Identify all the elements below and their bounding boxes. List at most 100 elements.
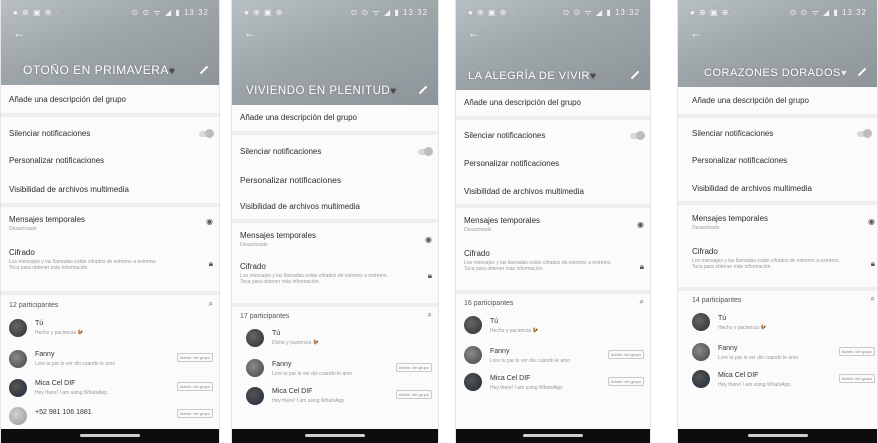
participant-avatar[interactable]: [246, 359, 264, 377]
participant-avatar[interactable]: [9, 350, 27, 368]
status-icons-right: ⊙ ⊙ ᯤ ◢ ▮ 13:32: [562, 7, 640, 17]
participant-avatar[interactable]: [464, 316, 482, 334]
participant-name[interactable]: Fanny: [35, 351, 54, 358]
participant-avatar[interactable]: [246, 329, 264, 347]
mute-toggle[interactable]: [199, 129, 214, 138]
encryption-row[interactable]: Cifrado Los mensajes y las llamadas está…: [692, 247, 867, 270]
custom-notifications-row[interactable]: Personalizar notificaciones: [464, 159, 640, 168]
temp-messages-status: Desactivado: [9, 226, 37, 232]
media-visibility-row[interactable]: Visibilidad de archivos multimedia: [692, 184, 867, 193]
edit-pencil-icon[interactable]: [857, 67, 867, 77]
participant-avatar[interactable]: [692, 313, 710, 331]
participant-name[interactable]: Fanny: [272, 361, 291, 368]
participant-status: Hey there! I am using WhatsApp.: [490, 385, 564, 391]
mute-toggle[interactable]: [857, 129, 872, 138]
custom-notifications-row[interactable]: Personalizar notificaciones: [240, 175, 428, 185]
participant-avatar[interactable]: [9, 319, 27, 337]
temp-messages-row[interactable]: Mensajes temporales Desactivado: [464, 216, 640, 233]
media-visibility-row[interactable]: Visibilidad de archivos multimedia: [464, 187, 640, 196]
participant-avatar[interactable]: [692, 343, 710, 361]
custom-notifications-row[interactable]: Personalizar notificaciones: [692, 156, 867, 165]
participant-avatar[interactable]: [692, 370, 710, 388]
edit-pencil-icon[interactable]: [199, 65, 209, 75]
timer-icon: ◉: [206, 217, 213, 226]
timer-icon: ◉: [637, 220, 644, 229]
add-description-link[interactable]: Añade una descripción del grupo: [692, 96, 867, 105]
participant-avatar[interactable]: [464, 373, 482, 391]
mute-notifications-row[interactable]: Silenciar notificaciones: [464, 131, 640, 140]
temp-messages-row[interactable]: Mensajes temporales Desactivado: [692, 214, 867, 231]
home-gesture-bar[interactable]: [305, 434, 365, 437]
mute-toggle[interactable]: [418, 147, 433, 156]
mute-notifications-row[interactable]: Silenciar notificaciones: [240, 147, 428, 156]
participant-name[interactable]: Mica Cel DIF: [490, 375, 530, 382]
encryption-row[interactable]: Cifrado Los mensajes y las llamadas está…: [9, 248, 209, 271]
group-info-body: Añade una descripción del grupo Silencia…: [456, 90, 650, 429]
mute-notifications-label: Silenciar notificaciones: [240, 147, 322, 156]
status-icons-left: ● ⊕ ▣ ⊕ ·: [13, 7, 60, 17]
mute-notifications-row[interactable]: Silenciar notificaciones: [9, 129, 209, 138]
add-description-link[interactable]: Añade una descripción del grupo: [240, 113, 428, 122]
status-bar: ● ⊕ ▣ ⊕ · ⊙ ⊙ ᯤ ◢ ▮ 13:32: [690, 6, 867, 18]
participant-status: Hey there! I am using WhatsApp.: [272, 398, 346, 404]
android-nav-bar: [456, 429, 650, 443]
temp-messages-label: Mensajes temporales: [692, 214, 769, 223]
home-gesture-bar[interactable]: [747, 434, 808, 437]
participant-avatar[interactable]: [464, 346, 482, 364]
status-icons-left: ● ⊕ ▣ ⊕ ·: [468, 7, 515, 17]
home-gesture-bar[interactable]: [80, 434, 140, 437]
participants-header: 17 participantes: [240, 313, 290, 320]
participant-name[interactable]: Tú: [272, 330, 280, 337]
participant-avatar[interactable]: [246, 387, 264, 405]
participant-name[interactable]: Fanny: [490, 348, 509, 355]
search-icon[interactable]: ⌕: [871, 294, 875, 304]
back-arrow-icon[interactable]: ←: [244, 26, 256, 40]
heart-icon: ♥: [840, 68, 848, 79]
temp-messages-row[interactable]: Mensajes temporales Desactivado: [240, 231, 428, 248]
section-divider: [456, 116, 650, 120]
home-gesture-bar[interactable]: [523, 434, 583, 437]
group-title-text: LA ALEGRÍA DE VIVIR: [468, 70, 590, 82]
custom-notifications-row[interactable]: Personalizar notificaciones: [9, 156, 209, 165]
participant-name[interactable]: Mica Cel DIF: [718, 372, 758, 379]
participant-status: Dicho y paciencia 🐓: [272, 340, 319, 346]
back-arrow-icon[interactable]: ←: [690, 26, 702, 40]
participant-name[interactable]: Fanny: [718, 345, 737, 352]
temp-messages-row[interactable]: Mensajes temporales Desactivado: [9, 215, 209, 232]
media-visibility-row[interactable]: Visibilidad de archivos multimedia: [240, 202, 428, 211]
search-icon[interactable]: ⌕: [209, 299, 213, 309]
participant-name[interactable]: Mica Cel DIF: [272, 388, 312, 395]
back-arrow-icon[interactable]: ←: [468, 26, 480, 40]
encryption-label: Cifrado: [464, 249, 490, 258]
mute-toggle[interactable]: [630, 131, 645, 140]
timer-icon: ◉: [425, 235, 432, 244]
section-divider: [678, 287, 877, 291]
temp-messages-status: Desactivado: [692, 225, 720, 231]
status-icons-left: ● ⊕ ▣ ⊕ ·: [690, 7, 737, 17]
participant-name[interactable]: +52 981 106 1881: [35, 409, 92, 416]
screen-group-info: ● ⊕ ▣ ⊕ · ⊙ ⊙ ᯤ ◢ ▮ 13:32 ← CORAZONES DO…: [677, 0, 878, 443]
edit-pencil-icon[interactable]: [418, 85, 428, 95]
participant-avatar[interactable]: [9, 379, 27, 397]
section-divider: [456, 290, 650, 294]
participant-status: Hecho y paciencia 🐓: [35, 330, 84, 336]
search-icon[interactable]: ⌕: [428, 310, 432, 320]
android-nav-bar: [1, 429, 219, 443]
participant-status: Hecho y paciencia 🐓: [490, 328, 539, 334]
participant-name[interactable]: Tú: [35, 320, 43, 327]
encryption-row[interactable]: Cifrado Los mensajes y las llamadas está…: [464, 249, 640, 272]
mute-notifications-row[interactable]: Silenciar notificaciones: [692, 129, 867, 138]
add-description-link[interactable]: Añade una descripción del grupo: [464, 98, 640, 107]
encryption-row[interactable]: Cifrado Los mensajes y las llamadas está…: [240, 262, 428, 285]
heart-icon: ♥: [168, 66, 176, 77]
media-visibility-row[interactable]: Visibilidad de archivos multimedia: [9, 185, 209, 194]
participant-status: Lore tu par lo ver dio cuando le amo: [718, 355, 799, 361]
participant-avatar[interactable]: [9, 407, 27, 425]
participant-name[interactable]: Mica Cel DIF: [35, 380, 75, 387]
edit-pencil-icon[interactable]: [630, 70, 640, 80]
add-description-link[interactable]: Añade una descripción del grupo: [9, 95, 209, 104]
search-icon[interactable]: ⌕: [640, 297, 644, 307]
participant-name[interactable]: Tú: [490, 318, 498, 325]
back-arrow-icon[interactable]: ←: [13, 26, 25, 40]
participant-name[interactable]: Tú: [718, 315, 726, 322]
